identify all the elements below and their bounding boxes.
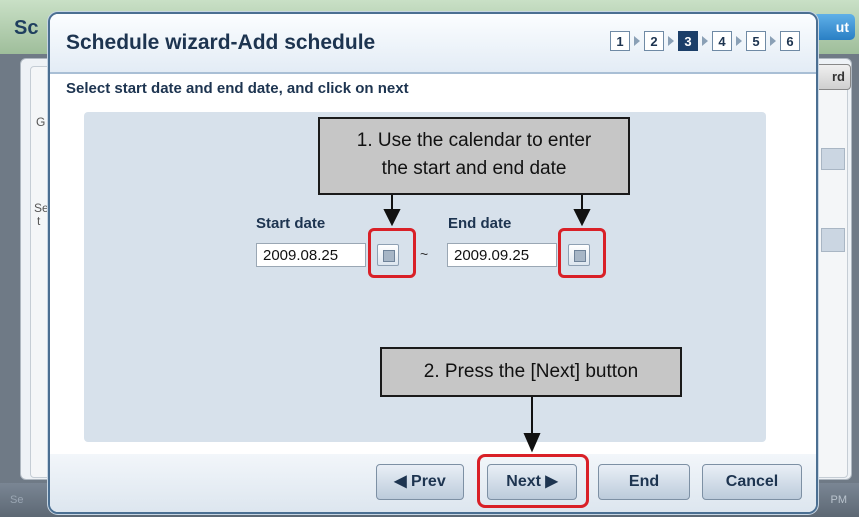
background-side-line: t bbox=[37, 214, 41, 228]
arrow-to-next-button bbox=[523, 397, 541, 453]
background-right-button[interactable]: rd bbox=[815, 64, 851, 90]
background-strip bbox=[821, 148, 845, 170]
cancel-button[interactable]: Cancel bbox=[702, 464, 802, 500]
background-side-text: Se t bbox=[34, 202, 49, 228]
background-side-text: G bbox=[36, 115, 46, 129]
prev-button[interactable]: ◀ Prev bbox=[376, 464, 464, 500]
background-footer-left: Se bbox=[10, 494, 24, 506]
arrow-to-end-calendar bbox=[573, 195, 591, 227]
background-top-button[interactable]: ut bbox=[813, 14, 855, 40]
callout-arrows bbox=[383, 195, 591, 453]
next-button-highlight bbox=[477, 454, 589, 508]
schedule-wizard-dialog: Schedule wizard-Add schedule 1 2 3 4 5 6… bbox=[48, 12, 818, 514]
background-title: Sc bbox=[14, 17, 39, 39]
background-strip bbox=[821, 228, 845, 252]
end-button[interactable]: End bbox=[598, 464, 690, 500]
arrow-to-start-calendar bbox=[383, 195, 401, 227]
background-footer-right: PM bbox=[830, 494, 848, 506]
